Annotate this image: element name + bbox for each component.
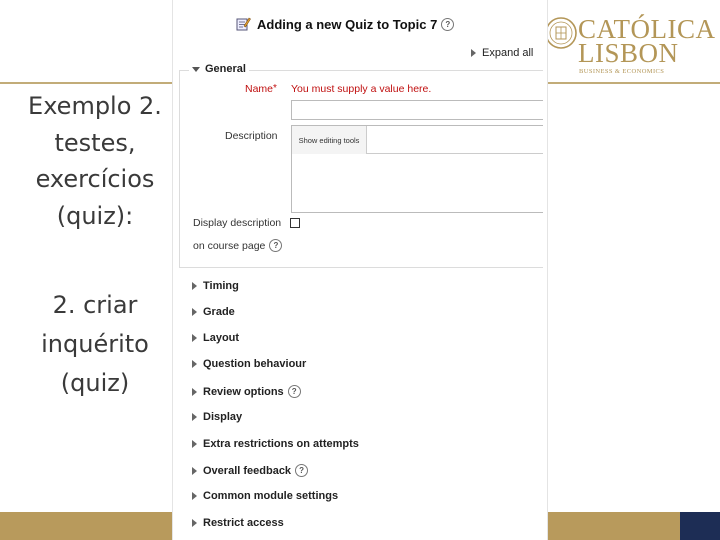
section-timing[interactable]: Timing <box>192 280 239 292</box>
slide-subtitle-line: 2. criar <box>52 291 138 319</box>
collapsed-triangle-icon <box>192 308 197 316</box>
collapsed-triangle-icon <box>192 492 197 500</box>
help-icon[interactable]: ? <box>287 385 301 398</box>
section-label: Display <box>203 411 243 423</box>
name-label: Name* <box>245 83 277 95</box>
logo-tagline: BUSINESS & ECONOMICS <box>579 68 665 75</box>
section-restrict-access[interactable]: Restrict access <box>192 517 284 529</box>
logo-line-2: LISBON <box>578 38 679 68</box>
general-section-toggle[interactable]: General <box>189 63 249 75</box>
section-label: Timing <box>203 280 239 292</box>
collapsed-triangle-icon <box>192 360 197 368</box>
section-display[interactable]: Display <box>192 411 242 423</box>
section-extra-restrictions[interactable]: Extra restrictions on attempts <box>192 438 359 450</box>
collapsed-triangle-icon <box>192 466 197 475</box>
display-description-label-line2: on course page ? <box>193 239 283 252</box>
section-common-module-settings[interactable]: Common module settings <box>192 490 338 502</box>
catolica-lisbon-logo: CATÓLICA LISBON BUSINESS & ECONOMICS <box>544 10 715 75</box>
name-label-text: Name <box>245 83 274 95</box>
expand-all-link[interactable]: Expand all <box>471 47 533 59</box>
description-label: Description <box>225 130 278 142</box>
collapsed-triangle-icon <box>192 519 197 527</box>
slide-subtitle-line: inquérito <box>41 330 149 358</box>
section-question-behaviour[interactable]: Question behaviour <box>192 358 306 370</box>
collapsed-triangle-icon <box>192 387 197 396</box>
section-label: Extra restrictions on attempts <box>203 438 359 450</box>
description-editor[interactable]: Show editing tools <box>291 125 543 213</box>
slide-title-line: exercícios <box>35 165 155 193</box>
display-description-label: Display description <box>193 217 282 229</box>
help-icon[interactable]: ? <box>269 239 283 252</box>
expanded-triangle-icon <box>192 66 200 72</box>
help-icon[interactable]: ? <box>441 17 455 31</box>
page-header: Adding a new Quiz to Topic 7 ? <box>235 14 455 34</box>
collapsed-triangle-icon <box>192 334 197 342</box>
name-input[interactable] <box>291 100 543 120</box>
required-mark: * <box>273 83 277 94</box>
section-label: Restrict access <box>203 517 284 529</box>
display-description-label-text: on course page <box>193 239 266 252</box>
section-label: Grade <box>203 306 235 318</box>
footer-navy-block <box>680 512 720 540</box>
slide-gold-rule-left <box>0 82 172 84</box>
slide-subtitle: 2. criar inquérito (quiz) <box>0 286 190 403</box>
quiz-icon <box>236 17 251 31</box>
moodle-screenshot-panel: Adding a new Quiz to Topic 7 ? Expand al… <box>172 0 548 540</box>
slide-subtitle-line: (quiz) <box>60 369 130 397</box>
expand-all-label: Expand all <box>482 47 534 59</box>
section-label: Review options <box>203 385 284 398</box>
section-label: Question behaviour <box>203 358 307 370</box>
section-label: Overall feedback <box>203 464 292 477</box>
section-grade[interactable]: Grade <box>192 306 235 318</box>
slide-title-line: Exemplo 2. <box>28 92 162 120</box>
editor-toolbar: Show editing tools <box>292 126 543 154</box>
slide-title-line: testes, <box>54 128 136 157</box>
collapsed-triangle-icon <box>192 282 197 290</box>
general-legend-label: General <box>205 63 246 75</box>
slide-title-line: (quiz): <box>56 201 134 230</box>
collapsed-triangle-icon <box>192 440 197 448</box>
collapsed-triangle-icon <box>192 413 197 421</box>
seal-icon <box>545 17 577 49</box>
section-overall-feedback[interactable]: Overall feedback ? <box>192 464 309 477</box>
slide-title: Exemplo 2. testes, exercícios (quiz): <box>0 88 190 234</box>
section-review-options[interactable]: Review options ? <box>192 385 301 398</box>
page-title: Adding a new Quiz to Topic 7 <box>257 16 438 32</box>
section-layout[interactable]: Layout <box>192 332 239 344</box>
show-editing-tools-button[interactable]: Show editing tools <box>292 126 367 154</box>
help-icon[interactable]: ? <box>295 464 309 477</box>
slide-gold-rule-right <box>548 82 720 84</box>
section-label: Layout <box>203 332 240 344</box>
collapsed-triangle-icon <box>471 49 476 57</box>
display-description-checkbox[interactable] <box>290 218 300 228</box>
name-error-message: You must supply a value here. <box>291 83 432 95</box>
section-label: Common module settings <box>203 490 339 502</box>
